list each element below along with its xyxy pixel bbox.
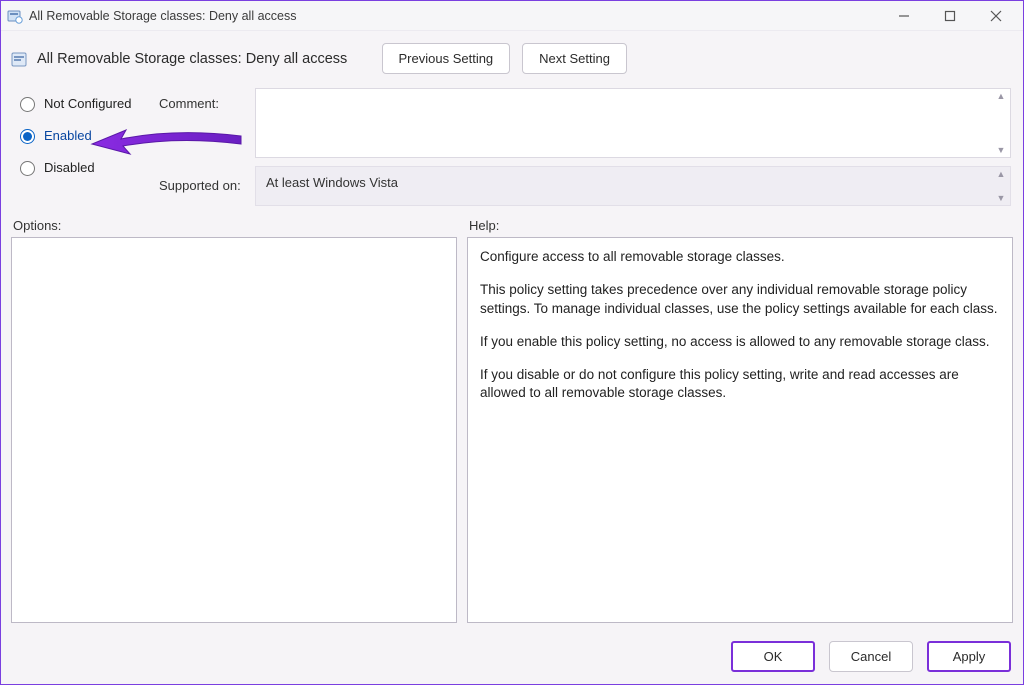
config-area: Not Configured Enabled Disabled Comment:… [1, 84, 1023, 212]
window-title: All Removable Storage classes: Deny all … [29, 9, 296, 23]
help-paragraph: This policy setting takes precedence ove… [480, 281, 1000, 319]
radio-disabled-input[interactable] [20, 161, 35, 176]
radio-not-configured[interactable]: Not Configured [15, 94, 153, 112]
minimize-button[interactable] [881, 2, 927, 30]
header-row: All Removable Storage classes: Deny all … [1, 31, 1023, 84]
arrow-up-icon[interactable]: ▲ [997, 169, 1006, 179]
apply-button[interactable]: Apply [927, 641, 1011, 672]
radio-not-configured-label: Not Configured [44, 96, 131, 111]
supported-on-value: At least Windows Vista [266, 175, 398, 190]
options-pane[interactable] [11, 237, 457, 623]
help-pane[interactable]: Configure access to all removable storag… [467, 237, 1013, 623]
pane-labels: Options: Help: [1, 212, 1023, 237]
policy-icon [11, 51, 29, 69]
comment-scroll-arrows[interactable]: ▲ ▼ [994, 91, 1008, 155]
supported-on-field: At least Windows Vista ▲ ▼ [255, 166, 1011, 206]
dialog-footer: OK Cancel Apply [1, 631, 1023, 684]
help-paragraph: If you disable or do not configure this … [480, 366, 1000, 404]
close-button[interactable] [973, 2, 1019, 30]
policy-app-icon [7, 8, 23, 24]
nav-buttons: Previous Setting Next Setting [382, 43, 628, 74]
arrow-down-icon[interactable]: ▼ [997, 145, 1006, 155]
next-setting-button[interactable]: Next Setting [522, 43, 627, 74]
comment-field[interactable]: ▲ ▼ [255, 88, 1011, 158]
radio-enabled[interactable]: Enabled [15, 126, 153, 144]
radio-enabled-input[interactable] [20, 129, 35, 144]
supported-on-label: Supported on: [159, 166, 249, 206]
panes-row: Configure access to all removable storag… [1, 237, 1023, 631]
titlebar: All Removable Storage classes: Deny all … [1, 1, 1023, 31]
help-paragraph: Configure access to all removable storag… [480, 248, 1000, 267]
supported-scroll-arrows[interactable]: ▲ ▼ [994, 169, 1008, 203]
previous-setting-button[interactable]: Previous Setting [382, 43, 511, 74]
help-paragraph: If you enable this policy setting, no ac… [480, 333, 1000, 352]
options-label: Options: [13, 218, 469, 233]
policy-heading: All Removable Storage classes: Deny all … [37, 51, 347, 67]
radio-not-configured-input[interactable] [20, 97, 35, 112]
cancel-button[interactable]: Cancel [829, 641, 913, 672]
radio-disabled[interactable]: Disabled [15, 158, 153, 176]
ok-button[interactable]: OK [731, 641, 815, 672]
state-radio-group: Not Configured Enabled Disabled [13, 88, 153, 206]
arrow-down-icon[interactable]: ▼ [997, 193, 1006, 203]
help-label: Help: [469, 218, 499, 233]
policy-editor-window: All Removable Storage classes: Deny all … [0, 0, 1024, 685]
comment-label: Comment: [159, 88, 249, 158]
radio-enabled-label: Enabled [44, 128, 92, 143]
radio-disabled-label: Disabled [44, 160, 95, 175]
arrow-up-icon[interactable]: ▲ [997, 91, 1006, 101]
window-controls [881, 2, 1019, 30]
maximize-button[interactable] [927, 2, 973, 30]
